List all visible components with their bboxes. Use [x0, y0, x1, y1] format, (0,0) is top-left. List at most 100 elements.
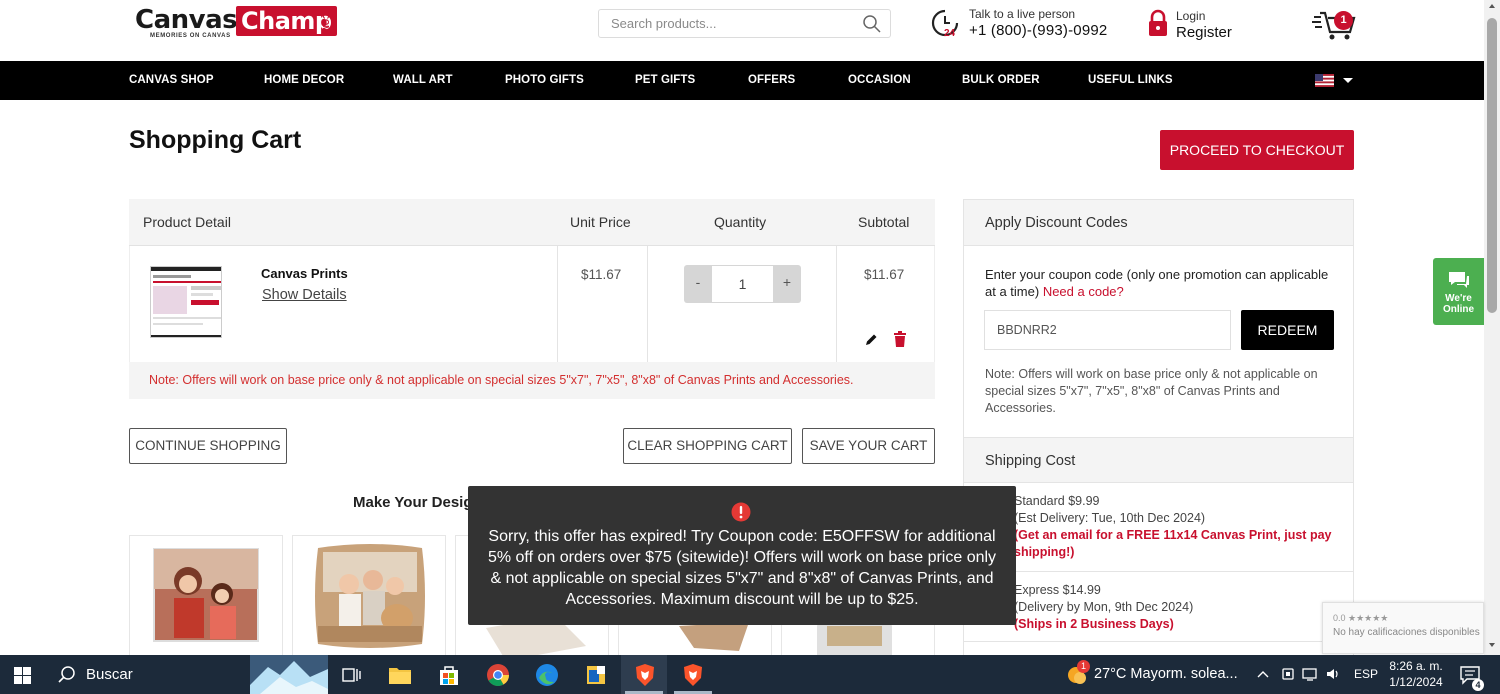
clear-shopping-cart-button[interactable]: CLEAR SHOPPING CART	[623, 428, 792, 464]
coupon-instructions: Enter your coupon code (only one promoti…	[985, 266, 1340, 300]
svg-text:24: 24	[944, 28, 956, 38]
nav-home-decor[interactable]: HOME DECOR	[264, 61, 344, 100]
continue-shopping-button[interactable]: CONTINUE SHOPPING	[129, 428, 287, 464]
microsoft-store-icon[interactable]	[436, 662, 462, 688]
online-widget-line1: We're	[1445, 293, 1472, 304]
brave-browser-icon[interactable]	[632, 662, 658, 688]
search-icon[interactable]	[57, 665, 77, 685]
logo-canvas-text: Canvas	[135, 5, 238, 35]
nav-useful-links[interactable]: USEFUL LINKS	[1088, 61, 1173, 100]
gallery-card-canvas[interactable]	[129, 535, 283, 660]
login-link[interactable]: Login	[1176, 9, 1232, 23]
discount-heading: Apply Discount Codes	[964, 200, 1353, 246]
cart-item-row: Canvas Prints Show Details $11.67 - 1 + …	[129, 246, 935, 362]
chrome-icon[interactable]	[485, 662, 511, 688]
task-view-icon[interactable]	[338, 662, 364, 688]
trash-icon[interactable]	[893, 331, 907, 348]
alert-icon	[731, 502, 751, 522]
register-link[interactable]: Register	[1176, 24, 1232, 41]
nav-wall-art[interactable]: WALL ART	[393, 61, 453, 100]
scroll-thumb[interactable]	[1487, 18, 1497, 313]
unit-price-value: $11.67	[581, 267, 622, 282]
lock-icon	[1149, 9, 1167, 36]
show-details-link[interactable]: Show Details	[262, 287, 347, 303]
shipping-option-express[interactable]: Express $14.99 (Delivery by Mon, 9th Dec…	[1014, 582, 1193, 633]
shipping-option-standard[interactable]: Standard $9.99 (Est Delivery: Tue, 10th …	[1014, 493, 1353, 561]
nav-offers[interactable]: OFFERS	[748, 61, 795, 100]
proceed-to-checkout-button[interactable]: PROCEED TO CHECKOUT	[1160, 130, 1354, 170]
support-label: Talk to a live person	[969, 7, 1076, 21]
support-phone[interactable]: +1 (800)-(993)-0992	[969, 22, 1107, 39]
network-icon[interactable]	[1302, 666, 1318, 682]
pillow-photo-image	[315, 544, 425, 648]
standard-delivery: (Est Delivery: Tue, 10th Dec 2024)	[1014, 511, 1206, 525]
main-nav: CANVAS SHOP HOME DECOR WALL ART PHOTO GI…	[0, 61, 1484, 100]
device-icon[interactable]	[1280, 666, 1296, 682]
logo-tagline: MEMORIES ON CANVAS	[150, 33, 231, 39]
windows-start-icon[interactable]	[14, 667, 31, 684]
brave-browser-icon[interactable]	[680, 662, 706, 688]
quantity-input[interactable]: 1	[712, 265, 773, 303]
redeem-button[interactable]: REDEEM	[1241, 310, 1334, 350]
scroll-down-icon[interactable]	[1489, 643, 1495, 647]
save-your-cart-button[interactable]: SAVE YOUR CART	[802, 428, 935, 464]
divider	[964, 641, 1353, 642]
clock-date: 1/12/2024	[1389, 675, 1443, 689]
online-chat-widget[interactable]: We're Online	[1433, 258, 1484, 325]
nav-bulk-order[interactable]: BULK ORDER	[962, 61, 1040, 100]
weather-text[interactable]: 27°C Mayorm. solea...	[1094, 655, 1238, 694]
clock-time: 8:26 a. m.	[1389, 659, 1443, 673]
search-icon[interactable]	[862, 14, 882, 34]
coupon-code-input[interactable]: BBDNRR2	[984, 310, 1231, 350]
shipping-heading: Shipping Cost	[964, 437, 1353, 483]
nav-occasion[interactable]: OCCASION	[848, 61, 911, 100]
file-explorer-icon[interactable]	[387, 662, 413, 688]
notification-count-badge: 4	[1472, 679, 1484, 691]
column-divider	[836, 246, 837, 362]
ratings-badge[interactable]: 0.0 ★★★★★ No hay calificaciones disponib…	[1322, 602, 1484, 654]
page-scrollbar[interactable]	[1484, 0, 1500, 655]
offer-expired-toast: Sorry, this offer has expired! Try Coupo…	[468, 486, 1016, 625]
system-clock[interactable]: 8:26 a. m. 1/12/2024	[1386, 658, 1446, 690]
rating-text: No hay calificaciones disponibles	[1333, 627, 1480, 638]
search-input[interactable]	[599, 10, 849, 37]
header-unit-price: Unit Price	[570, 214, 631, 230]
file-manager-icon[interactable]	[583, 662, 609, 688]
windows-taskbar: Buscar 1 27°C Mayorm. solea... ESP 8:26 …	[0, 655, 1500, 694]
standard-price: Standard $9.99	[1014, 494, 1100, 508]
weather-alert-badge: 1	[1077, 660, 1090, 673]
nav-canvas-shop[interactable]: CANVAS SHOP	[129, 61, 214, 100]
nav-pet-gifts[interactable]: PET GIFTS	[635, 61, 695, 100]
edge-icon[interactable]	[534, 662, 560, 688]
quantity-increase-button[interactable]: +	[773, 265, 801, 303]
chevron-up-icon[interactable]	[1255, 666, 1271, 682]
scroll-up-icon[interactable]	[1489, 4, 1495, 8]
volume-icon[interactable]	[1325, 666, 1341, 682]
search-highlight-image	[250, 655, 328, 694]
chevron-down-icon[interactable]	[1343, 78, 1353, 83]
input-language-indicator[interactable]: ESP	[1354, 655, 1378, 694]
taskbar-search-box[interactable]: Buscar	[86, 655, 133, 694]
product-thumbnail[interactable]	[150, 266, 222, 338]
account-links: Login Register	[1176, 9, 1232, 41]
page-title: Shopping Cart	[129, 126, 302, 154]
express-delivery: (Delivery by Mon, 9th Dec 2024)	[1014, 600, 1194, 614]
rating-stars: 0.0 ★★★★★	[1333, 613, 1389, 623]
express-note: (Ships in 2 Business Days)	[1014, 617, 1174, 631]
pencil-icon[interactable]	[863, 332, 879, 348]
cart-table: Product Detail Unit Price Quantity Subto…	[129, 199, 935, 399]
need-a-code-link[interactable]: Need a code?	[1043, 284, 1124, 299]
nav-photo-gifts[interactable]: PHOTO GIFTS	[505, 61, 584, 100]
us-flag-icon[interactable]	[1315, 74, 1334, 87]
express-price: Express $14.99	[1014, 583, 1101, 597]
logo-com-text: .COM	[321, 11, 330, 32]
column-divider	[647, 246, 648, 362]
toast-message: Sorry, this offer has expired! Try Coupo…	[487, 528, 997, 608]
subtotal-value: $11.67	[864, 267, 905, 282]
coupon-label-text: Enter your coupon code (only one promoti…	[985, 267, 1329, 299]
live-support[interactable]: Talk to a live person +1 (800)-(993)-099…	[969, 7, 1107, 39]
quantity-decrease-button[interactable]: -	[684, 265, 712, 303]
24h-support-icon: 24	[931, 9, 959, 38]
cart-table-header: Product Detail Unit Price Quantity Subto…	[129, 199, 935, 246]
gallery-card-pillow[interactable]	[292, 535, 446, 660]
